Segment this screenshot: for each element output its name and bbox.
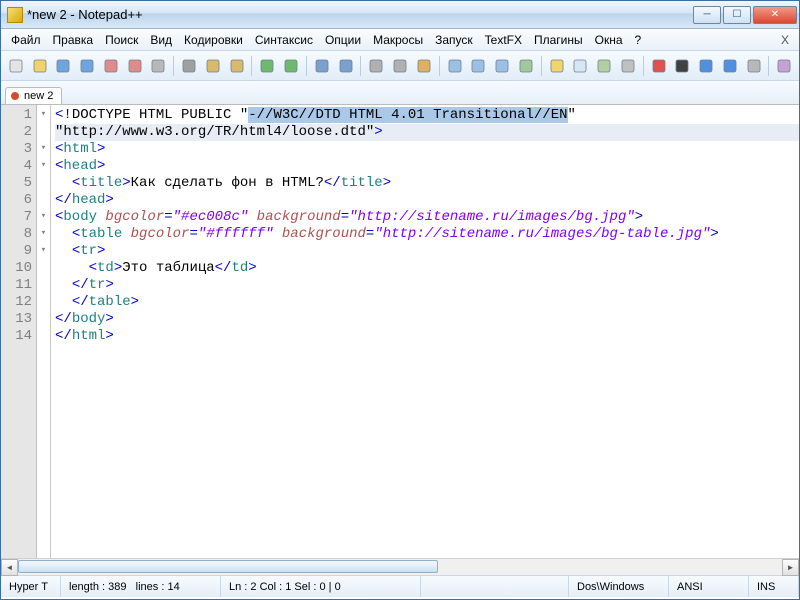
zoomin-button[interactable] — [365, 55, 387, 77]
fold-gutter[interactable]: ▾▾▾▾▾▾ — [37, 105, 51, 558]
playn-button[interactable] — [719, 55, 741, 77]
print-button[interactable] — [148, 55, 170, 77]
menu-правка[interactable]: Правка — [47, 31, 100, 49]
menu-вид[interactable]: Вид — [144, 31, 178, 49]
menubar-close-x[interactable]: X — [775, 33, 795, 47]
app-icon — [7, 7, 23, 23]
paste-button[interactable] — [226, 55, 248, 77]
close-button[interactable]: ✕ — [753, 6, 797, 24]
titlebar: *new 2 - Notepad++ ─ ☐ ✕ — [1, 1, 799, 29]
menu-синтаксис[interactable]: Синтаксис — [249, 31, 319, 49]
line-number-gutter: 1234567891011121314 — [1, 105, 37, 558]
stop-button[interactable] — [671, 55, 693, 77]
close-button[interactable] — [100, 55, 122, 77]
fn-button[interactable] — [593, 55, 615, 77]
maximize-button[interactable]: ☐ — [723, 6, 751, 24]
status-lang: Hyper T — [1, 576, 61, 597]
horizontal-scrollbar[interactable]: ◄ ► — [1, 558, 799, 575]
menu-окна[interactable]: Окна — [589, 31, 629, 49]
new-button[interactable] — [5, 55, 27, 77]
menu-макросы[interactable]: Макросы — [367, 31, 429, 49]
tab-label: new 2 — [24, 90, 53, 102]
wrap-button[interactable] — [444, 55, 466, 77]
status-eol: Dos\Windows — [569, 576, 669, 597]
redo-button[interactable] — [280, 55, 302, 77]
menu-textfx[interactable]: TextFX — [479, 31, 528, 49]
savemac-button[interactable] — [743, 55, 765, 77]
find-button[interactable] — [311, 55, 333, 77]
unsaved-icon — [10, 91, 20, 101]
undo-button[interactable] — [256, 55, 278, 77]
spell-button[interactable] — [773, 55, 795, 77]
folder-button[interactable] — [546, 55, 568, 77]
rec-button[interactable] — [648, 55, 670, 77]
lang-button[interactable] — [515, 55, 537, 77]
menu-файл[interactable]: Файл — [5, 31, 47, 49]
statusbar: Hyper T length : 389 lines : 14 Ln : 2 C… — [1, 575, 799, 597]
cut-button[interactable] — [178, 55, 200, 77]
saveall-button[interactable] — [76, 55, 98, 77]
replace-button[interactable] — [335, 55, 357, 77]
tab-new2[interactable]: new 2 — [5, 87, 62, 104]
open-button[interactable] — [29, 55, 51, 77]
scroll-left-button[interactable]: ◄ — [1, 559, 18, 576]
tab-bar: new 2 — [1, 81, 799, 105]
menu-плагины[interactable]: Плагины — [528, 31, 589, 49]
status-length: length : 389 lines : 14 — [61, 576, 221, 597]
menu-запуск[interactable]: Запуск — [429, 31, 479, 49]
scroll-thumb[interactable] — [18, 560, 438, 573]
copy-button[interactable] — [202, 55, 224, 77]
wschars-button[interactable] — [467, 55, 489, 77]
menubar: ФайлПравкаПоискВидКодировкиСинтаксисОпци… — [1, 29, 799, 51]
menu-поиск[interactable]: Поиск — [99, 31, 144, 49]
status-spacer — [421, 576, 569, 597]
indent-button[interactable] — [491, 55, 513, 77]
scroll-track[interactable] — [18, 559, 782, 575]
status-ovr: INS — [749, 576, 799, 597]
window-title: *new 2 - Notepad++ — [27, 7, 693, 22]
menu-кодировки[interactable]: Кодировки — [178, 31, 249, 49]
comment-button[interactable] — [617, 55, 639, 77]
zoomout-button[interactable] — [389, 55, 411, 77]
minimize-button[interactable]: ─ — [693, 6, 721, 24]
sync-button[interactable] — [413, 55, 435, 77]
play-button[interactable] — [695, 55, 717, 77]
doc-button[interactable] — [569, 55, 591, 77]
menu-?[interactable]: ? — [629, 31, 648, 49]
scroll-right-button[interactable]: ► — [782, 559, 799, 576]
editor[interactable]: 1234567891011121314 ▾▾▾▾▾▾ <!DOCTYPE HTM… — [1, 105, 799, 558]
closeall-button[interactable] — [124, 55, 146, 77]
code-area[interactable]: <!DOCTYPE HTML PUBLIC "-//W3C//DTD HTML … — [51, 105, 799, 558]
toolbar — [1, 51, 799, 81]
save-button[interactable] — [53, 55, 75, 77]
status-enc: ANSI — [669, 576, 749, 597]
menu-опции[interactable]: Опции — [319, 31, 367, 49]
status-pos: Ln : 2 Col : 1 Sel : 0 | 0 — [221, 576, 421, 597]
